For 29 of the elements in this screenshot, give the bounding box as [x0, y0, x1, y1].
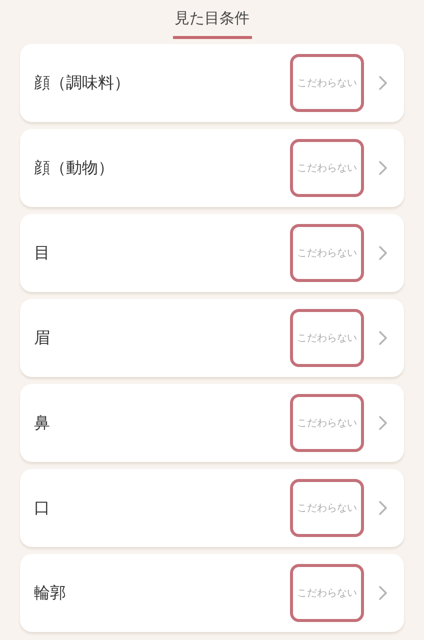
condition-card[interactable]: 顔（動物） こだわらない [20, 129, 404, 207]
condition-value: こだわらない [290, 139, 364, 197]
condition-label: 口 [34, 498, 51, 518]
condition-value: こだわらない [290, 309, 364, 367]
chevron-right-icon [378, 585, 388, 601]
chevron-right-icon [378, 75, 388, 91]
condition-label: 顔（動物） [34, 158, 115, 178]
condition-value: こだわらない [290, 394, 364, 452]
chevron-right-icon [378, 245, 388, 261]
condition-value: こだわらない [290, 564, 364, 622]
condition-card[interactable]: 眉 こだわらない [20, 299, 404, 377]
condition-card[interactable]: 目 こだわらない [20, 214, 404, 292]
chevron-right-icon [378, 500, 388, 516]
condition-label: 眉 [34, 328, 51, 348]
condition-label: 鼻 [34, 412, 51, 434]
condition-value: こだわらない [290, 54, 364, 112]
tab[interactable]: 見た目条件 [172, 6, 252, 39]
condition-card[interactable]: 輪郭 こだわらない [20, 554, 404, 632]
condition-label: 輪郭 [34, 582, 67, 604]
condition-label: 顔（調味料） [34, 72, 131, 94]
chevron-right-icon [378, 415, 388, 431]
condition-card[interactable]: 顔（調味料） こだわらない [20, 44, 404, 122]
condition-value: こだわらない [290, 479, 364, 537]
chevron-right-icon [378, 330, 388, 346]
condition-card[interactable]: 口 こだわらない [20, 469, 404, 547]
condition-value: こだわらない [290, 224, 364, 282]
chevron-right-icon [378, 160, 388, 176]
condition-label: 目 [34, 242, 51, 264]
condition-card[interactable]: 鼻 こだわらない [20, 384, 404, 462]
